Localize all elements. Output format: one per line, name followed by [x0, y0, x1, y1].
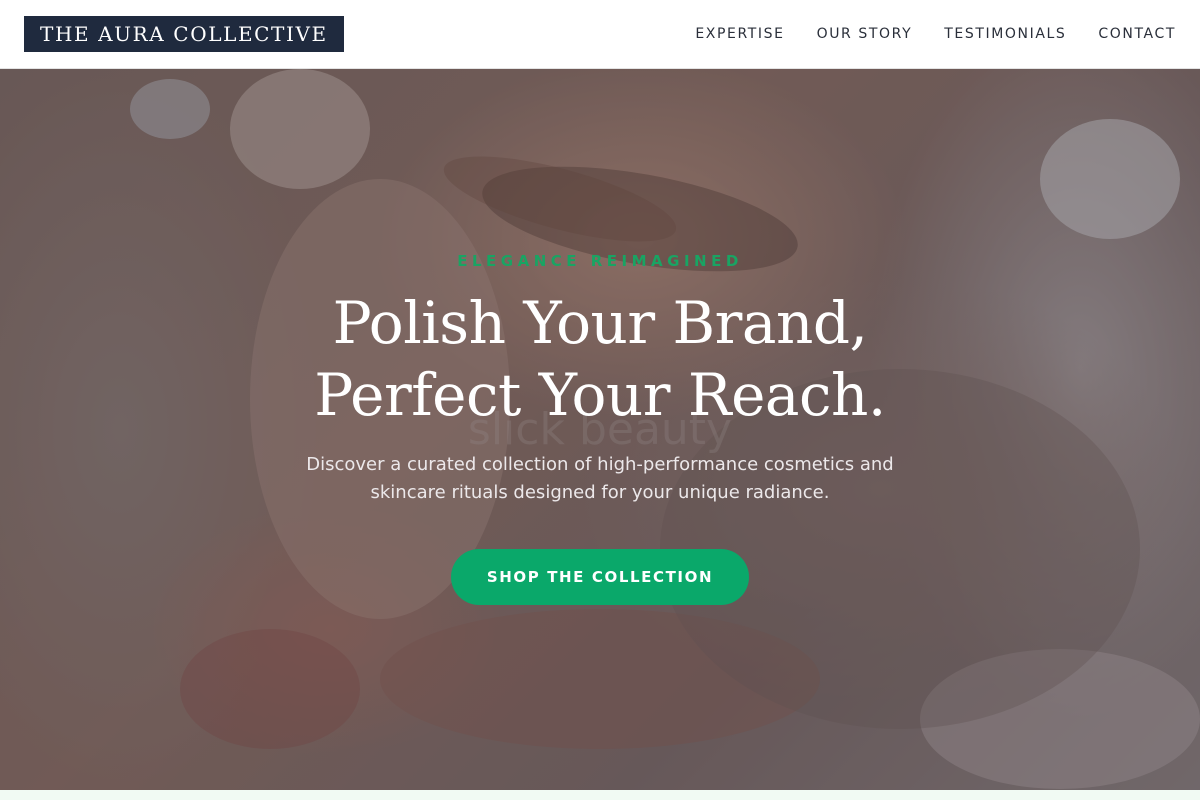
hero-section: slick beauty ELEGANCE REIMAGINED Polish … — [0, 69, 1200, 790]
brand-logo[interactable]: THE AURA COLLECTIVE — [24, 16, 344, 52]
hero-content: ELEGANCE REIMAGINED Polish Your Brand, P… — [0, 251, 1200, 605]
next-section-edge — [0, 790, 1200, 800]
hero-headline-line-2: Perfect Your Reach. — [314, 361, 886, 429]
nav-link-our-story[interactable]: OUR STORY — [817, 26, 913, 42]
hero-headline: Polish Your Brand, Perfect Your Reach. — [314, 287, 886, 431]
nav-link-contact[interactable]: CONTACT — [1098, 26, 1176, 42]
hero-subtitle: Discover a curated collection of high-pe… — [306, 454, 894, 503]
hero-headline-line-1: Polish Your Brand, — [332, 289, 868, 357]
site-header: THE AURA COLLECTIVE EXPERTISE OUR STORY … — [0, 0, 1200, 69]
nav-link-testimonials[interactable]: TESTIMONIALS — [944, 26, 1066, 42]
main-nav: EXPERTISE OUR STORY TESTIMONIALS CONTACT — [695, 26, 1176, 42]
nav-link-expertise[interactable]: EXPERTISE — [695, 26, 784, 42]
shop-collection-button[interactable]: SHOP THE COLLECTION — [451, 549, 749, 605]
hero-eyebrow: ELEGANCE REIMAGINED — [457, 252, 743, 270]
